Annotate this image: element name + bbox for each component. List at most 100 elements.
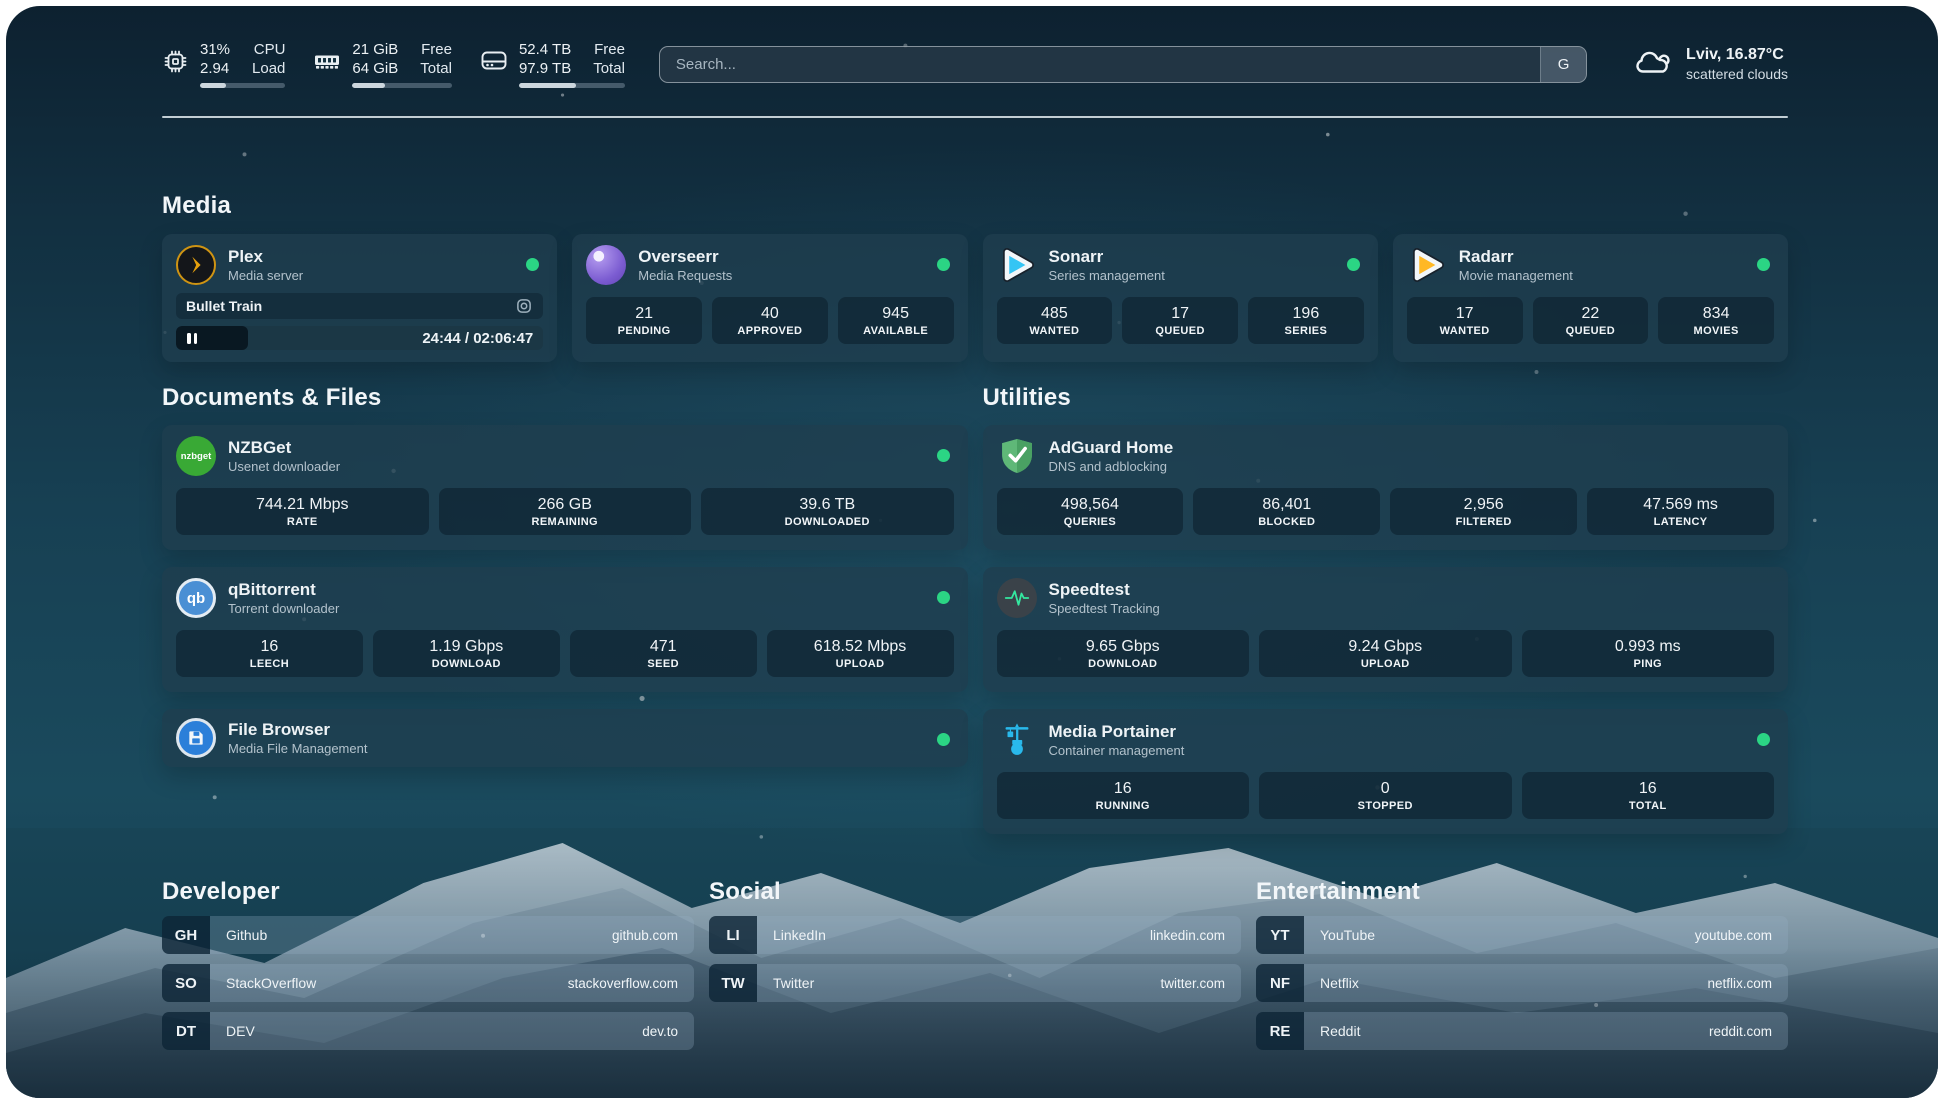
card-adguard[interactable]: AdGuard Home DNS and adblocking 498,564 … [983, 425, 1789, 550]
tile-value: 498,564 [1001, 496, 1180, 514]
storage-progress-bar [519, 83, 625, 88]
bookmark-abbr: SO [162, 964, 210, 1002]
bookmark-url: stackoverflow.com [568, 976, 678, 991]
stat-tile: 266 GB REMAINING [439, 488, 692, 535]
system-stats: 31% CPU 2.94 Load [162, 40, 625, 88]
tile-value: 9.24 Gbps [1263, 638, 1508, 656]
speedtest-titles: Speedtest Speedtest Tracking [1049, 580, 1160, 617]
card-overseerr[interactable]: Overseerr Media Requests 21 PENDING 40 A… [572, 234, 967, 362]
bookmark-twitter[interactable]: TW Twitter twitter.com [709, 964, 1241, 1002]
plex-titles: Plex Media server [228, 247, 303, 284]
cpu-icon [162, 48, 189, 75]
search-engine-button[interactable]: G [1540, 47, 1586, 82]
tile-value: 40 [716, 305, 824, 323]
bookmark-netflix[interactable]: NF Netflix netflix.com [1256, 964, 1788, 1002]
cpu-progress-bar [200, 83, 285, 88]
storage-total-value: 97.9 TB [519, 59, 571, 78]
overseerr-title: Overseerr [638, 247, 732, 267]
plex-subtitle: Media server [228, 268, 303, 284]
radarr-status-dot [1757, 258, 1770, 271]
memory-stat: 21 GiB Free 64 GiB Total [313, 40, 452, 88]
tile-value: 16 [180, 638, 359, 656]
plex-icon [176, 245, 216, 285]
weather-location-temp: Lviv, 16.87°C [1686, 46, 1788, 64]
nzbget-titles: NZBGet Usenet downloader [228, 438, 340, 475]
cpu-load-label: Load [252, 59, 285, 78]
bookmark-body: LinkedIn linkedin.com [757, 916, 1241, 954]
bookmark-reddit[interactable]: RE Reddit reddit.com [1256, 1012, 1788, 1050]
portainer-stats: 16 RUNNING 0 STOPPED 16 TOTAL [997, 772, 1775, 819]
bookmark-linkedin[interactable]: LI LinkedIn linkedin.com [709, 916, 1241, 954]
stat-tile: 17 QUEUED [1122, 297, 1238, 344]
stat-tile: 471 SEED [570, 630, 757, 677]
bookmark-name: DEV [226, 1023, 255, 1039]
cpu-progress-fill [200, 83, 226, 88]
stat-tile: 834 MOVIES [1658, 297, 1774, 344]
social-section-title: Social [709, 878, 1241, 906]
card-nzbget[interactable]: nzbget NZBGet Usenet downloader 744.21 M… [162, 425, 968, 550]
bookmark-github[interactable]: GH Github github.com [162, 916, 694, 954]
media-section-title: Media [162, 192, 1788, 220]
bookmark-name: YouTube [1320, 927, 1375, 943]
tile-label: DOWNLOAD [1001, 658, 1246, 670]
bookmark-stackoverflow[interactable]: SO StackOverflow stackoverflow.com [162, 964, 694, 1002]
bookmark-youtube[interactable]: YT YouTube youtube.com [1256, 916, 1788, 954]
portainer-title: Media Portainer [1049, 722, 1185, 742]
card-qbittorrent[interactable]: qb qBittorrent Torrent downloader 16 LEE… [162, 567, 968, 692]
card-speedtest[interactable]: Speedtest Speedtest Tracking 9.65 Gbps D… [983, 567, 1789, 692]
storage-stat: 52.4 TB Free 97.9 TB Total [480, 40, 625, 88]
bookmark-url: github.com [612, 928, 678, 943]
stat-tile: 945 AVAILABLE [838, 297, 954, 344]
radarr-header: Radarr Movie management [1407, 245, 1774, 285]
stat-tile: 40 APPROVED [712, 297, 828, 344]
bookmark-dev[interactable]: DT DEV dev.to [162, 1012, 694, 1050]
card-portainer[interactable]: Media Portainer Container management 16 … [983, 709, 1789, 834]
tile-value: 17 [1411, 305, 1519, 323]
bookmark-body: StackOverflow stackoverflow.com [210, 964, 694, 1002]
tile-value: 0 [1263, 780, 1508, 798]
filebrowser-header: File Browser Media File Management [176, 718, 954, 758]
card-radarr[interactable]: Radarr Movie management 17 WANTED 22 QUE… [1393, 234, 1788, 362]
settings-icon[interactable] [515, 297, 533, 315]
card-filebrowser[interactable]: File Browser Media File Management [162, 709, 968, 767]
sonarr-title: Sonarr [1049, 247, 1165, 267]
card-sonarr[interactable]: Sonarr Series management 485 WANTED 17 Q… [983, 234, 1378, 362]
pause-button[interactable] [187, 333, 197, 344]
tile-label: UPLOAD [1263, 658, 1508, 670]
storage-total-label: Total [593, 59, 625, 78]
tile-label: UPLOAD [771, 658, 950, 670]
cpu-stat-text: 31% CPU 2.94 Load [200, 40, 285, 88]
bookmark-abbr: LI [709, 916, 757, 954]
memory-progress-fill [352, 83, 385, 88]
nzbget-icon-text: nzbget [181, 451, 212, 462]
tile-value: 744.21 Mbps [180, 496, 425, 514]
weather-widget[interactable]: Lviv, 16.87°C scattered clouds [1633, 46, 1788, 82]
bookmark-abbr: TW [709, 964, 757, 1002]
card-plex[interactable]: Plex Media server Bullet Train [162, 234, 557, 362]
tile-label: QUEUED [1126, 325, 1234, 337]
plex-title: Plex [228, 247, 303, 267]
tile-label: DOWNLOAD [377, 658, 556, 670]
tile-value: 47.569 ms [1591, 496, 1770, 514]
portainer-subtitle: Container management [1049, 743, 1185, 759]
tile-label: WANTED [1001, 325, 1109, 337]
overseerr-subtitle: Media Requests [638, 268, 732, 284]
stat-tile: 0 STOPPED [1259, 772, 1512, 819]
nzbget-status-dot [937, 449, 950, 462]
bookmark-name: Github [226, 927, 267, 943]
speedtest-icon [997, 578, 1037, 618]
plex-progress-bar[interactable]: 24:44 / 02:06:47 [176, 326, 543, 350]
bookmark-url: reddit.com [1709, 1024, 1772, 1039]
search-input[interactable] [660, 47, 1540, 82]
adguard-titles: AdGuard Home DNS and adblocking [1049, 438, 1174, 475]
storage-free-label: Free [593, 40, 625, 59]
tile-label: APPROVED [716, 325, 824, 337]
bookmark-abbr: NF [1256, 964, 1304, 1002]
tile-value: 9.65 Gbps [1001, 638, 1246, 656]
tile-value: 2,956 [1394, 496, 1573, 514]
sonarr-subtitle: Series management [1049, 268, 1165, 284]
bookmark-abbr: GH [162, 916, 210, 954]
cpu-label: CPU [252, 40, 285, 59]
tile-value: 21 [590, 305, 698, 323]
plex-now-playing-title: Bullet Train [186, 298, 262, 314]
